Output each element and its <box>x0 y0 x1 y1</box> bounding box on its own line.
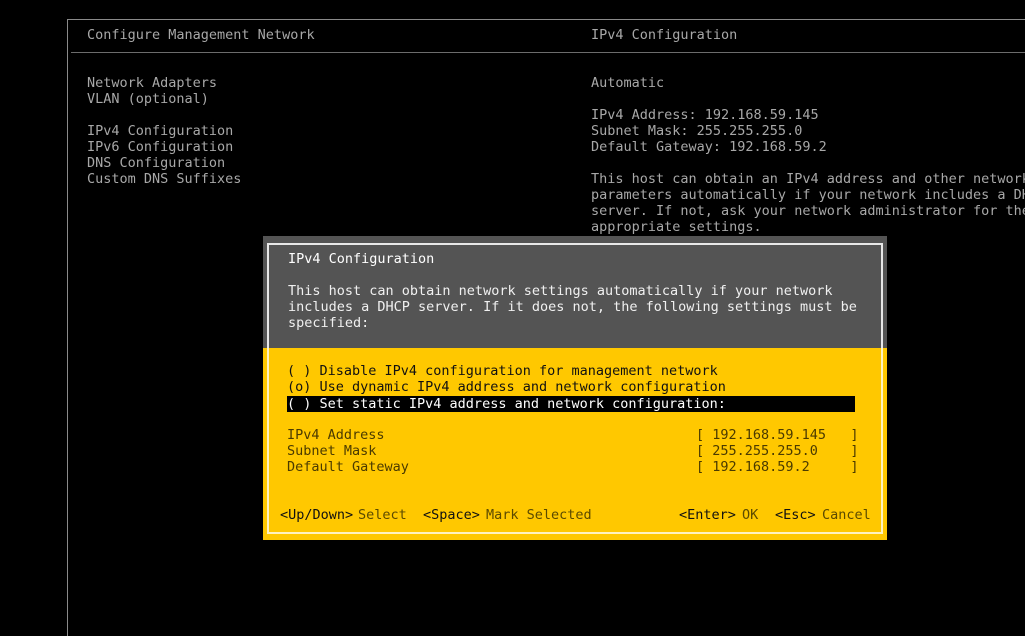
option-disable-ipv4[interactable]: ( ) Disable IPv4 configuration for manag… <box>287 363 718 379</box>
default-gateway-field[interactable]: [ 192.168.59.2 ] <box>696 459 859 475</box>
updown-key[interactable]: <Up/Down> <box>280 507 353 523</box>
info-description-line: server. If not, ask your network adminis… <box>591 203 1025 219</box>
menu-item-vlan[interactable]: VLAN (optional) <box>87 91 209 107</box>
option-dynamic-ipv4[interactable]: (o) Use dynamic IPv4 address and network… <box>287 379 726 395</box>
subnet-mask-field[interactable]: [ 255.255.255.0 ] <box>696 443 859 459</box>
space-label: Mark Selected <box>486 507 592 523</box>
dialog-description-line: specified: <box>288 315 370 331</box>
ipv4-address-field[interactable]: [ 192.168.59.145 ] <box>696 427 859 443</box>
ipv4-mode: Automatic <box>591 75 665 91</box>
ipv4-address-info: IPv4 Address: 192.168.59.145 <box>591 107 819 123</box>
dialog-description-line: includes a DHCP server. If it does not, … <box>288 299 857 315</box>
info-description-line: This host can obtain an IPv4 address and… <box>591 171 1025 187</box>
cancel-label: Cancel <box>822 507 871 523</box>
menu-item-ipv6-configuration[interactable]: IPv6 Configuration <box>87 139 233 155</box>
dialog-title: IPv4 Configuration <box>288 251 435 267</box>
default-gateway-label: Default Gateway <box>287 459 409 475</box>
header-divider <box>71 52 1025 53</box>
subnet-mask-label: Subnet Mask <box>287 443 377 459</box>
dialog-description-line: This host can obtain network settings au… <box>288 283 833 299</box>
info-description-line: parameters automatically if your network… <box>591 187 1025 203</box>
esc-key[interactable]: <Esc> <box>775 507 816 523</box>
enter-key[interactable]: <Enter> <box>679 507 736 523</box>
space-key[interactable]: <Space> <box>423 507 480 523</box>
menu-item-ipv4-configuration[interactable]: IPv4 Configuration <box>87 123 233 139</box>
info-description-line: appropriate settings. <box>591 219 762 235</box>
menu-item-custom-dns-suffixes[interactable]: Custom DNS Suffixes <box>87 171 241 187</box>
option-static-ipv4[interactable]: ( ) Set static IPv4 address and network … <box>287 396 855 412</box>
ok-label: OK <box>742 507 759 523</box>
subnet-mask-info: Subnet Mask: 255.255.255.0 <box>591 123 803 139</box>
menu-item-network-adapters[interactable]: Network Adapters <box>87 75 217 91</box>
menu-item-dns-configuration[interactable]: DNS Configuration <box>87 155 225 171</box>
default-gateway-info: Default Gateway: 192.168.59.2 <box>591 139 827 155</box>
updown-label: Select <box>358 507 407 523</box>
ipv4-address-label: IPv4 Address <box>287 427 385 443</box>
screen-title: Configure Management Network <box>87 27 315 43</box>
panel-title: IPv4 Configuration <box>591 27 738 43</box>
